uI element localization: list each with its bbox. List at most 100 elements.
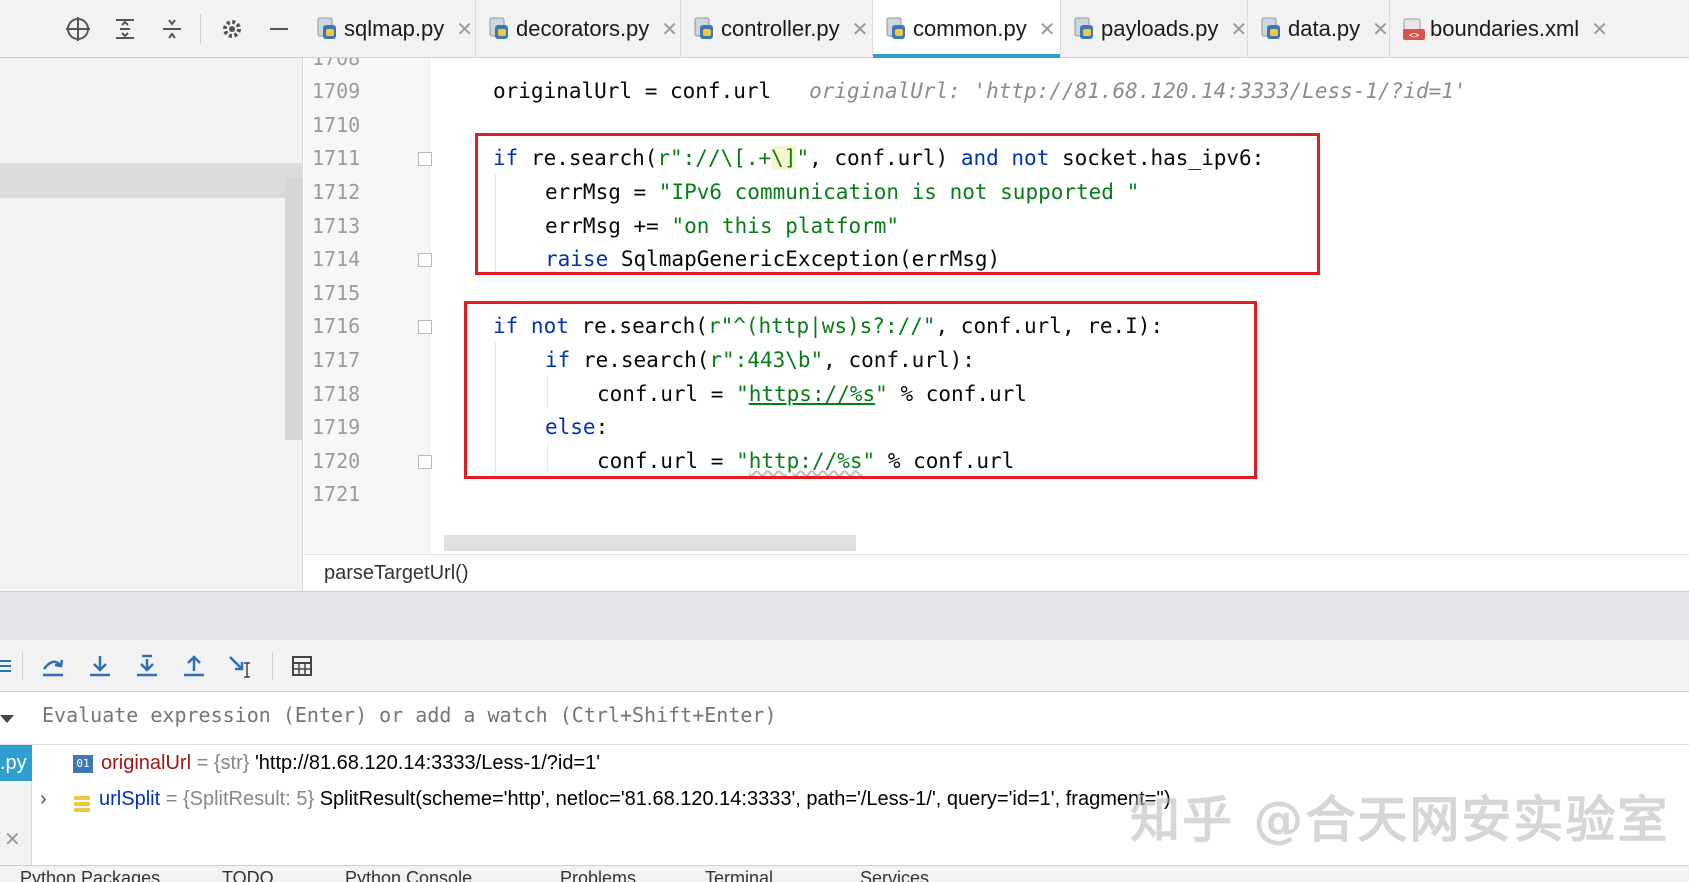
tab-common-py[interactable]: common.py ✕ — [873, 0, 1061, 58]
toolbar-divider — [272, 652, 273, 680]
close-icon[interactable]: ✕ — [1039, 17, 1056, 42]
watermark: 知乎 @合天网安实验室 — [1130, 791, 1670, 849]
highlight-box-ipv6-check — [475, 133, 1320, 275]
horizontal-scrollbar[interactable] — [444, 535, 856, 551]
evaluate-expression-input[interactable] — [42, 703, 1642, 727]
chevron-down-icon[interactable] — [0, 709, 14, 729]
step-out-icon[interactable] — [179, 651, 209, 681]
line-number: 1721 — [312, 482, 361, 506]
fold-marker[interactable] — [418, 152, 432, 166]
line-number: 1711 — [312, 146, 361, 170]
toolbar-divider — [22, 652, 23, 680]
tab-label: controller.py — [721, 16, 840, 41]
step-over-icon[interactable] — [38, 651, 68, 681]
tool-tab-services[interactable]: Services — [860, 868, 929, 882]
line-number: 1719 — [312, 415, 361, 439]
variable-row[interactable]: 01 originalUrl = {str} 'http://81.68.120.… — [73, 745, 600, 781]
tool-tab-problems[interactable]: Problems — [560, 868, 636, 882]
tool-tab-python-packages[interactable]: Python Packages — [20, 868, 160, 882]
selected-tree-row[interactable] — [0, 163, 303, 198]
line-number: 1710 — [312, 113, 361, 137]
editor-tab-bar: sqlmap.py ✕ decorators.py ✕ controller.p… — [0, 0, 1689, 58]
breadcrumb-function[interactable]: parseTargetUrl() — [324, 562, 468, 584]
tab-label: payloads.py — [1101, 16, 1219, 41]
toolbar-divider — [200, 14, 201, 44]
fold-marker[interactable] — [418, 455, 432, 469]
evaluate-expression-bar — [0, 693, 1689, 745]
python-file-icon — [488, 17, 510, 41]
tool-tab-python-console[interactable]: Python Console — [345, 868, 472, 882]
line-number: 1716 — [312, 314, 361, 338]
close-icon[interactable]: ✕ — [456, 17, 473, 42]
chevron-right-icon[interactable]: › — [40, 781, 54, 817]
project-panel — [0, 58, 303, 591]
tool-tab-terminal[interactable]: Terminal — [705, 868, 773, 882]
panel-scrollbar[interactable] — [285, 178, 303, 440]
tab-label: decorators.py — [516, 16, 650, 41]
code-line-1709: originalUrl = conf.url originalUrl: 'htt… — [493, 79, 1467, 103]
highlight-box-scheme-check — [464, 301, 1257, 479]
tool-window-bar: Python Packages TODO Python Console Prob… — [0, 865, 1689, 882]
line-number: 1718 — [312, 382, 361, 406]
debug-toolbar — [0, 640, 1689, 692]
crosshair-icon[interactable] — [63, 14, 93, 44]
variable-type: {SplitResult: 5} — [182, 788, 315, 810]
line-number: 1717 — [312, 348, 361, 372]
breadcrumb[interactable]: parseTargetUrl() — [304, 554, 1689, 591]
variable-value: 'http://81.68.120.14:3333/Less-1/?id=1' — [254, 752, 601, 774]
line-number: 1714 — [312, 247, 361, 271]
close-icon[interactable]: ✕ — [1230, 17, 1247, 42]
tab-label: data.py — [1288, 16, 1361, 41]
step-into-icon[interactable] — [85, 651, 115, 681]
close-icon[interactable]: ✕ — [4, 827, 21, 852]
line-number: 1712 — [312, 180, 361, 204]
tab-label: common.py — [913, 16, 1027, 41]
fold-marker[interactable] — [418, 320, 432, 334]
tab-controller-py[interactable]: controller.py ✕ — [681, 0, 873, 58]
variable-name: originalUrl — [101, 752, 192, 774]
fold-marker[interactable] — [418, 253, 432, 267]
python-file-icon — [1260, 17, 1282, 41]
tab-decorators-py[interactable]: decorators.py ✕ — [476, 0, 681, 58]
line-number: 1709 — [312, 79, 361, 103]
evaluate-icon[interactable] — [287, 651, 317, 681]
variable-name: urlSplit — [99, 788, 161, 810]
close-icon[interactable]: ✕ — [852, 17, 869, 42]
tab-label: sqlmap.py — [344, 16, 445, 41]
line-number: 1720 — [312, 449, 361, 473]
frame-label: .py — [0, 752, 27, 774]
xml-file-icon: <> — [1402, 17, 1425, 41]
collapse-all-icon[interactable] — [157, 14, 187, 44]
string-type-icon: 01 — [73, 754, 93, 773]
line-number: 1715 — [312, 281, 361, 305]
line-number: 1713 — [312, 214, 361, 238]
step-into-my-code-icon[interactable] — [132, 651, 162, 681]
python-file-icon — [316, 17, 338, 41]
tab-data-py[interactable]: data.py ✕ — [1248, 0, 1390, 58]
tool-tab-todo[interactable]: TODO — [222, 868, 274, 882]
code-editor[interactable]: 1708 1709 1710 1711 1712 1713 1714 1715 … — [304, 58, 1689, 554]
menu-icon[interactable] — [0, 651, 18, 681]
gear-icon[interactable] — [217, 14, 247, 44]
python-file-icon — [693, 17, 715, 41]
inline-debug-value: originalUrl: 'http://81.68.120.14:3333/L… — [809, 79, 1467, 103]
close-icon[interactable]: ✕ — [1372, 17, 1389, 42]
expand-all-icon[interactable] — [110, 14, 140, 44]
variable-type: {str} — [213, 752, 250, 774]
tab-payloads-py[interactable]: payloads.py ✕ — [1061, 0, 1248, 58]
minimize-icon[interactable] — [264, 14, 294, 44]
python-file-icon — [1073, 17, 1095, 41]
close-icon[interactable]: ✕ — [661, 17, 678, 42]
tab-boundaries-xml[interactable]: <> boundaries.xml ✕ — [1390, 0, 1689, 58]
close-icon[interactable]: ✕ — [1591, 17, 1608, 42]
svg-text:<>: <> — [1409, 31, 1420, 41]
selected-frame[interactable]: .py — [0, 745, 32, 781]
tab-label: boundaries.xml — [1430, 16, 1580, 41]
python-file-icon — [885, 17, 907, 41]
variable-value: SplitResult(scheme='http', netloc='81.68… — [319, 788, 1171, 810]
tab-sqlmap-py[interactable]: sqlmap.py ✕ — [304, 0, 476, 58]
debug-panel-header — [0, 591, 1689, 640]
object-type-icon — [73, 790, 91, 812]
run-to-cursor-icon[interactable] — [226, 651, 256, 681]
variable-row[interactable]: › urlSplit = {SplitResult: 5} SplitResult… — [40, 781, 1171, 817]
